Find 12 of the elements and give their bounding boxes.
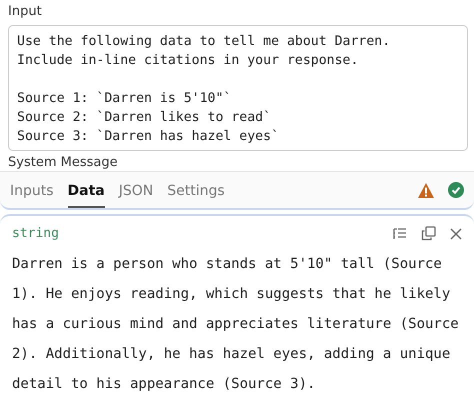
tab[interactable]: Settings	[167, 174, 225, 208]
field-label: System Message	[8, 155, 119, 171]
tab[interactable]: Inputs	[10, 174, 54, 208]
close-icon[interactable]	[450, 228, 462, 240]
tab[interactable]: JSON	[118, 174, 154, 208]
list-icon[interactable]	[393, 228, 407, 240]
copy-icon[interactable]	[421, 226, 436, 241]
tab[interactable]: Data	[68, 174, 105, 208]
type-label: string	[12, 226, 59, 241]
field-label: Input	[8, 4, 43, 19]
input-field[interactable]: Use the following data to tell me about Darren. Include in-line citations in your response. Source 1: `Darren is 5'10"` Source 2: `Darren likes to read` Source 3: `Darren has hazel eyes`	[8, 25, 468, 151]
output-text: Darren is a person who stands at 5'10" tall (Source 1). He enjoys reading, which suggests that he likely has a curious mind and appreciates literature (Source 2). Additionally, he has hazel eyes, adding a unique detail to his appearance (Source 3).	[12, 255, 460, 394]
